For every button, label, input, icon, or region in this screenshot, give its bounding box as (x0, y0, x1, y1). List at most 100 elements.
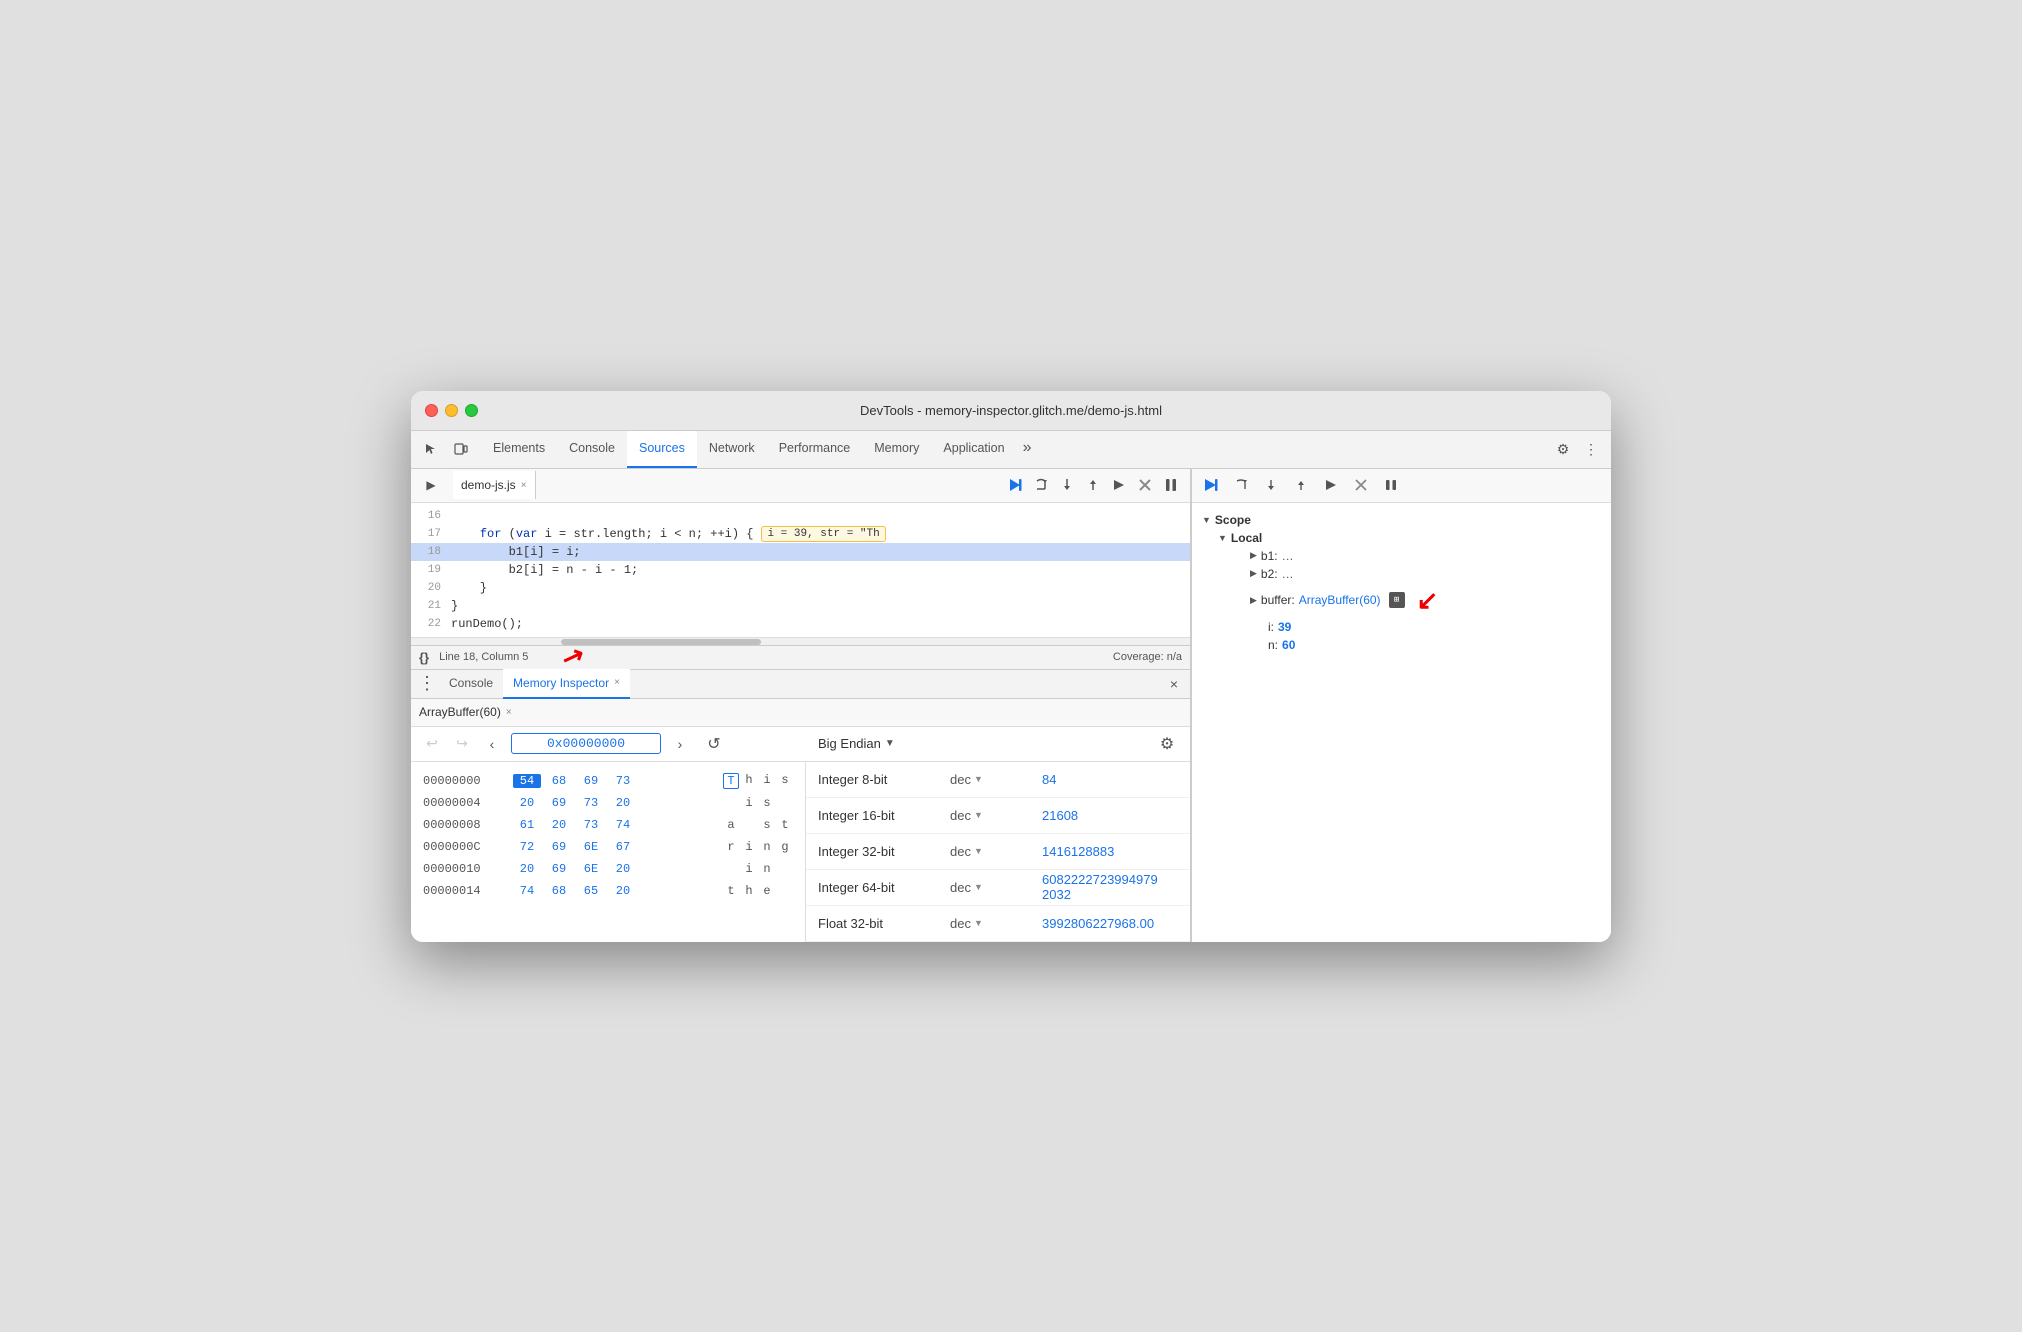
scope-content: ▼ Scope ▼ Local ▶ (1192, 503, 1611, 942)
endian-selector[interactable]: Big Endian ▼ (818, 736, 895, 751)
int32-format-selector[interactable]: dec ▼ (950, 844, 1030, 859)
pause-on-exceptions-button[interactable] (1160, 474, 1182, 496)
minimize-button[interactable] (445, 404, 458, 417)
open-in-memory-inspector-icon[interactable]: ⊞ (1389, 592, 1405, 608)
endian-label: Big Endian (818, 736, 881, 751)
step-out-button[interactable] (1082, 474, 1104, 496)
scope-resume-button[interactable] (1200, 474, 1222, 496)
value-inspector-panel: Big Endian ▼ ⚙ Integer 8-bit dec (806, 727, 1190, 942)
int8-format-selector[interactable]: dec ▼ (950, 772, 1030, 787)
step-into-button[interactable] (1056, 474, 1078, 496)
tab-console[interactable]: Console (439, 669, 503, 699)
float32-format-selector[interactable]: dec ▼ (950, 916, 1030, 931)
bottom-tab-bar: ⋮ Console Memory Inspector × × (411, 669, 1190, 699)
float32-type-label: Float 32-bit (818, 916, 938, 931)
tab-elements[interactable]: Elements (481, 430, 557, 468)
file-tab-demo-js[interactable]: demo-js.js × (453, 471, 536, 499)
int8-value: 84 (1042, 772, 1178, 787)
hex-byte-54[interactable]: 54 (513, 774, 541, 788)
buffer-tab-close[interactable]: × (506, 707, 512, 718)
hex-row-5: 00000014 74 68 65 20 t (423, 880, 793, 902)
top-tab-bar: Elements Console Sources Network Perform… (411, 431, 1611, 469)
scope-step-over[interactable] (1230, 474, 1252, 496)
tab-memory[interactable]: Memory (862, 430, 931, 468)
cursor-position: Line 18, Column 5 (439, 651, 528, 663)
inspector-row-int8: Integer 8-bit dec ▼ 84 (806, 762, 1190, 798)
scope-header[interactable]: ▼ Scope (1202, 511, 1601, 529)
hex-row-3: 0000000C 72 69 6E 67 r (423, 836, 793, 858)
address-input[interactable] (511, 733, 661, 754)
close-bottom-panel-button[interactable]: × (1162, 672, 1186, 696)
tab-more-icon[interactable]: ⋮ (415, 672, 439, 696)
float32-value: 3992806227968.00 (1042, 916, 1178, 931)
code-editor[interactable]: 16 17 for (var i = str.length; i < n; ++… (411, 503, 1190, 637)
hex-row-4: 00000010 20 69 6E 20 (423, 858, 793, 880)
tab-console[interactable]: Console (557, 430, 627, 468)
hex-row-1: 00000004 20 69 73 20 (423, 792, 793, 814)
scope-deactivate[interactable] (1350, 474, 1372, 496)
maximize-button[interactable] (465, 404, 478, 417)
settings-icon[interactable]: ⚙ (1551, 437, 1575, 461)
int8-type-label: Integer 8-bit (818, 772, 938, 787)
source-status-bar: {} Line 18, Column 5 ↙ Coverage: n/a (411, 645, 1190, 669)
code-line-20: 20 } (411, 579, 1190, 597)
nav-prev-button[interactable]: ‹ (481, 733, 503, 755)
horizontal-scrollbar[interactable] (411, 637, 1190, 645)
tab-network[interactable]: Network (697, 430, 767, 468)
close-button[interactable] (425, 404, 438, 417)
hex-char-T[interactable]: T (723, 773, 739, 789)
format-button[interactable]: {} (419, 650, 429, 665)
b1-expand-icon[interactable]: ▶ (1250, 550, 1257, 561)
tab-more[interactable]: » (1017, 430, 1038, 468)
title-bar: DevTools - memory-inspector.glitch.me/de… (411, 391, 1611, 431)
tab-performance[interactable]: Performance (767, 430, 863, 468)
cursor-icon[interactable] (419, 437, 443, 461)
tab-sources[interactable]: Sources (627, 430, 697, 468)
scope-step-out[interactable] (1290, 474, 1312, 496)
scope-item-b1: ▶ b1: … (1234, 547, 1601, 565)
sources-tree-toggle[interactable]: ▶ (419, 473, 443, 497)
tab-application[interactable]: Application (931, 430, 1016, 468)
memory-content: ↩ ↪ ‹ › ↺ 00000000 (411, 727, 1190, 942)
nav-forward-button[interactable]: ↪ (451, 733, 473, 755)
code-line-18: 18 b1[i] = i; (411, 543, 1190, 561)
devtools-body: Elements Console Sources Network Perform… (411, 431, 1611, 942)
buffer-tab-bar: ArrayBuffer(60) × (411, 699, 1190, 727)
more-options-icon[interactable]: ⋮ (1579, 437, 1603, 461)
source-panel: ▶ demo-js.js × (411, 469, 1191, 942)
code-line-21: 21 } (411, 597, 1190, 615)
devtools-window: DevTools - memory-inspector.glitch.me/de… (411, 391, 1611, 942)
devtools-settings: ⚙ ⋮ (1551, 437, 1603, 461)
int64-format-selector[interactable]: dec ▼ (950, 880, 1030, 895)
local-collapse-icon: ▼ (1218, 533, 1227, 543)
step-over-button[interactable] (1030, 474, 1052, 496)
scope-pause[interactable] (1380, 474, 1402, 496)
tab-memory-inspector[interactable]: Memory Inspector × (503, 669, 630, 699)
nav-back-button[interactable]: ↩ (421, 733, 443, 755)
scope-item-b2: ▶ b2: … (1234, 565, 1601, 583)
device-toggle-icon[interactable] (449, 437, 473, 461)
inspector-row-float32: Float 32-bit dec ▼ 3992806227968.00 (806, 906, 1190, 942)
inspector-row-int16: Integer 16-bit dec ▼ 21608 (806, 798, 1190, 834)
file-tab-close[interactable]: × (521, 480, 527, 491)
buffer-tab[interactable]: ArrayBuffer(60) × (419, 705, 512, 719)
inspector-row-int32: Integer 32-bit dec ▼ 1416128883 (806, 834, 1190, 870)
resume-button[interactable] (1004, 474, 1026, 496)
nav-next-button[interactable]: › (669, 733, 691, 755)
int64-type-label: Integer 64-bit (818, 880, 938, 895)
step-button[interactable] (1108, 474, 1130, 496)
memory-inspector-tab-close[interactable]: × (614, 677, 620, 688)
inspector-settings-button[interactable]: ⚙ (1156, 733, 1178, 755)
buffer-expand-icon[interactable]: ▶ (1250, 595, 1257, 606)
memory-inspector-panel: ArrayBuffer(60) × ↩ ↪ ‹ (411, 699, 1190, 942)
refresh-button[interactable]: ↺ (703, 733, 725, 755)
deactivate-breakpoints-button[interactable] (1134, 474, 1156, 496)
scope-step[interactable] (1320, 474, 1342, 496)
main-layout: ▶ demo-js.js × (411, 469, 1611, 942)
scope-step-into[interactable] (1260, 474, 1282, 496)
hex-panel: ↩ ↪ ‹ › ↺ 00000000 (411, 727, 806, 942)
int16-format-selector[interactable]: dec ▼ (950, 808, 1030, 823)
inspector-row-int64: Integer 64-bit dec ▼ 6082222723994979 20… (806, 870, 1190, 906)
b2-expand-icon[interactable]: ▶ (1250, 568, 1257, 579)
scope-local-header[interactable]: ▼ Local (1218, 529, 1601, 547)
